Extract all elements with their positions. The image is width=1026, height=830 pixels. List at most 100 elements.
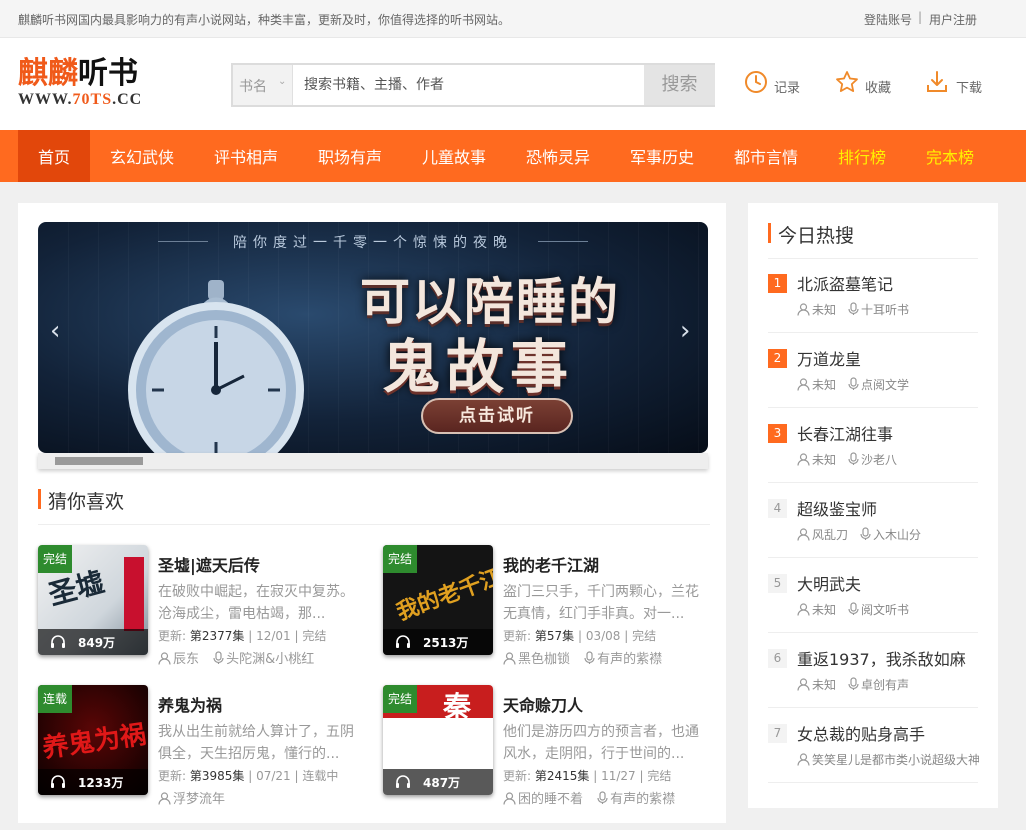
- download-icon: [927, 71, 947, 92]
- search-button[interactable]: 搜索: [644, 65, 715, 105]
- top-separator: |: [918, 10, 923, 24]
- headphones-icon: [51, 635, 65, 648]
- hot-item-title[interactable]: 重返1937，我杀敌如麻: [797, 646, 966, 670]
- main-nav: 首页 玄幻武侠 评书相声 职场有声 儿童故事 恐怖灵异 军事历史 都市言情 排行…: [0, 130, 1026, 182]
- hot-search-item[interactable]: 5 大明武夫未知 阅文听书: [768, 558, 978, 633]
- hot-item-narrator[interactable]: 入木山分: [873, 528, 921, 542]
- headphones-icon: [396, 635, 410, 648]
- book-title[interactable]: 天命赊刀人: [503, 692, 583, 716]
- book-card[interactable]: 秦 完结 487万 天命赊刀人 他们是游历四方的预言者，也通风水，走阴阳，行于世…: [383, 685, 713, 807]
- nav-ranking[interactable]: 排行榜: [826, 130, 898, 182]
- rank-badge: 2: [768, 349, 787, 368]
- hot-item-narrator[interactable]: 点阅文学: [861, 378, 909, 392]
- book-narrator[interactable]: 有声的紫襟: [610, 792, 675, 807]
- hot-item-author[interactable]: 风乱刀: [812, 528, 848, 542]
- hot-search-item[interactable]: 4 超级鉴宝师 风乱刀 入木山分: [768, 483, 978, 558]
- clock-icon: [745, 71, 767, 93]
- book-description: 盗门三只手，千门两颗心，兰花无真情，红门手非真。对一...: [503, 584, 699, 622]
- search-category-select[interactable]: 书名 ⌄: [233, 65, 293, 105]
- hot-item-title[interactable]: 女总裁的贴身高手: [797, 721, 925, 745]
- hot-item-narrator[interactable]: 十耳听书: [861, 303, 909, 317]
- nav-home[interactable]: 首页: [18, 130, 90, 182]
- hot-search-item[interactable]: 2 万道龙皇未知 点阅文学: [768, 333, 978, 408]
- book-narrator[interactable]: 头陀渊&小桃红: [226, 652, 314, 667]
- hot-item-author[interactable]: 未知: [812, 603, 836, 617]
- book-update-info: 更新: 第57集 | 03/08 | 完结: [503, 627, 656, 644]
- hot-item-narrator[interactable]: 卓创有声: [861, 678, 909, 692]
- site-header: 麒麟听书 WWW.70TS.CC 书名 ⌄ 搜索 记录 收藏 下载: [0, 38, 1026, 130]
- book-description: 他们是游历四方的预言者，也通风水，走阴阳，行于世间的...: [503, 724, 699, 762]
- section-accent-bar: [38, 489, 41, 509]
- promo-banner[interactable]: 陪你度过一千零一个惊悚的夜晚 可以陪睡的 鬼故事 点击试听 ‹ ›: [38, 222, 708, 453]
- book-author[interactable]: 黑色枷锁: [518, 652, 570, 667]
- hot-item-author[interactable]: 未知: [812, 303, 836, 317]
- main-content: 陪你度过一千零一个惊悚的夜晚 可以陪睡的 鬼故事 点击试听 ‹ › 猜你喜欢 圣: [18, 203, 726, 823]
- microphone-icon: [848, 602, 859, 615]
- rank-badge: 5: [768, 574, 787, 593]
- book-author[interactable]: 辰东: [173, 652, 199, 667]
- book-narrator[interactable]: 有声的紫襟: [597, 652, 662, 667]
- hot-search-item[interactable]: 7 女总裁的贴身高手 笑笑星儿是都市类小说超级大神: [768, 708, 979, 783]
- rank-badge: 1: [768, 274, 787, 293]
- hot-search-item[interactable]: 3 长春江湖往事未知 沙老八: [768, 408, 978, 483]
- nav-horror[interactable]: 恐怖灵异: [516, 130, 600, 182]
- hot-item-title[interactable]: 北派盗墓笔记: [797, 271, 893, 295]
- banner-listen-button[interactable]: 点击试听: [421, 398, 573, 434]
- hot-search-item[interactable]: 6 重返1937，我杀敌如麻 未知 卓创有声: [768, 633, 978, 708]
- episode-count: 第2415集: [534, 769, 590, 783]
- book-title[interactable]: 圣墟|遮天后传: [158, 552, 260, 576]
- register-link[interactable]: 用户注册: [929, 11, 977, 28]
- search-box: 书名 ⌄ 搜索: [231, 63, 715, 107]
- login-link[interactable]: 登陆账号: [864, 11, 912, 28]
- logo-url-c: .CC: [112, 91, 143, 108]
- book-card[interactable]: 圣墟 完结 849万 圣墟|遮天后传 在破败中崛起，在寂灭中复苏。沧海成尘，雷电…: [38, 545, 368, 667]
- book-credits: 黑色枷锁 有声的紫襟: [503, 648, 662, 667]
- banner-scroll-thumb[interactable]: [55, 457, 143, 465]
- microphone-icon: [213, 651, 224, 664]
- hot-item-title[interactable]: 超级鉴宝师: [797, 496, 877, 520]
- play-count: 2513万: [383, 629, 493, 655]
- book-cover[interactable]: 圣墟 完结 849万: [38, 545, 148, 655]
- hot-item-title[interactable]: 万道龙皇: [797, 346, 861, 370]
- hot-item-author[interactable]: 未知: [812, 678, 836, 692]
- hot-item-narrator[interactable]: 阅文听书: [861, 603, 909, 617]
- banner-next-arrow-icon[interactable]: ›: [680, 316, 690, 346]
- cover-title-art: 养鬼为祸: [40, 719, 148, 765]
- banner-prev-arrow-icon[interactable]: ‹: [50, 316, 60, 346]
- book-card[interactable]: 养鬼为祸 连载 1233万 养鬼为祸 我从出生前就给人算计了，五阴俱全，天生招厉…: [38, 685, 368, 807]
- hot-item-author[interactable]: 未知: [812, 453, 836, 467]
- nav-military[interactable]: 军事历史: [620, 130, 704, 182]
- nav-workplace[interactable]: 职场有声: [308, 130, 392, 182]
- nav-romance[interactable]: 都市言情: [724, 130, 808, 182]
- search-input[interactable]: [294, 65, 644, 105]
- hot-search-item[interactable]: 1 北派盗墓笔记未知 十耳听书: [768, 258, 978, 333]
- hot-item-title[interactable]: 长春江湖往事: [797, 421, 893, 445]
- book-author[interactable]: 浮梦流年: [173, 792, 225, 807]
- hot-item-title[interactable]: 大明武夫: [797, 571, 861, 595]
- book-cover[interactable]: 我的老千江湖 完结 2513万: [383, 545, 493, 655]
- play-count: 487万: [383, 769, 493, 795]
- site-logo[interactable]: 麒麟听书 WWW.70TS.CC: [18, 56, 178, 114]
- hot-item-author[interactable]: 未知: [812, 378, 836, 392]
- top-bar: 麒麟听书网国内最具影响力的有声小说网站，种类丰富，更新及时，你值得选择的听书网站…: [0, 0, 1026, 38]
- book-title[interactable]: 我的老千江湖: [503, 552, 599, 576]
- rank-badge: 3: [768, 424, 787, 443]
- microphone-icon: [860, 527, 871, 540]
- nav-storytelling[interactable]: 评书相声: [204, 130, 288, 182]
- book-cover[interactable]: 秦 完结 487万: [383, 685, 493, 795]
- nav-fantasy[interactable]: 玄幻武侠: [100, 130, 184, 182]
- nav-completed-ranking[interactable]: 完本榜: [914, 130, 986, 182]
- banner-subheadline: 鬼故事: [382, 333, 575, 401]
- section-title: 猜你喜欢: [48, 491, 125, 513]
- book-author[interactable]: 困的睡不着: [518, 792, 583, 807]
- user-icon: [797, 753, 810, 766]
- chevron-down-icon: ⌄: [278, 76, 287, 87]
- hot-item-author[interactable]: 笑笑星儿是都市类小说超级大神: [812, 753, 979, 767]
- nav-children[interactable]: 儿童故事: [412, 130, 496, 182]
- hot-item-narrator[interactable]: 沙老八: [861, 453, 897, 467]
- microphone-icon: [848, 452, 859, 465]
- update-date: | 12/01 | 完结: [248, 629, 327, 643]
- book-title[interactable]: 养鬼为祸: [158, 692, 222, 716]
- book-card[interactable]: 我的老千江湖 完结 2513万 我的老千江湖 盗门三只手，千门两颗心，兰花无真情…: [383, 545, 713, 667]
- book-cover[interactable]: 养鬼为祸 连载 1233万: [38, 685, 148, 795]
